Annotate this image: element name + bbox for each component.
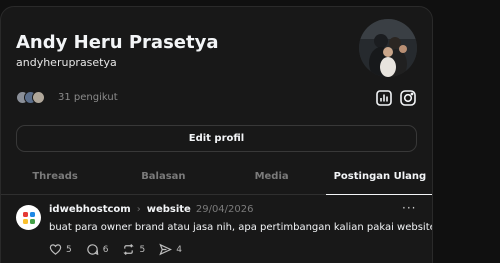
- follower-avatar: [32, 91, 45, 104]
- follower-avatars: [16, 91, 45, 104]
- post-author-avatar[interactable]: [16, 205, 41, 230]
- idwebhost-logo-icon: [22, 211, 35, 224]
- profile-photo: [359, 19, 417, 77]
- followers-count[interactable]: 31 pengikut: [58, 92, 118, 103]
- heart-icon: [49, 244, 62, 255]
- profile-avatar[interactable]: [359, 19, 417, 77]
- share-button[interactable]: 4: [159, 243, 182, 256]
- repost-count: 5: [139, 244, 146, 255]
- post-username[interactable]: idwebhostcom: [49, 204, 131, 215]
- like-count: 5: [66, 244, 72, 255]
- repost-button[interactable]: 5: [122, 243, 145, 256]
- repost-icon: [123, 243, 135, 256]
- comment-count: 6: [102, 244, 109, 255]
- tab-threads[interactable]: Threads: [1, 159, 109, 194]
- profile-panel: Andy Heru Prasetya andyheruprasetya 31 p…: [0, 6, 433, 263]
- post-header: idwebhostcom › website 29/04/2026: [49, 204, 253, 215]
- tab-postingan-ulang[interactable]: Postingan Ulang: [325, 159, 432, 195]
- chevron-right-icon: ›: [136, 204, 141, 215]
- like-button[interactable]: 5: [49, 243, 72, 256]
- post-actions: 5 6 5 4: [49, 243, 196, 256]
- tab-media[interactable]: Media: [218, 159, 326, 194]
- followers-row[interactable]: 31 pengikut: [16, 91, 118, 104]
- more-options-icon[interactable]: ···: [402, 201, 416, 215]
- post-topic[interactable]: website: [147, 204, 191, 215]
- profile-handle: andyheruprasetya: [16, 56, 117, 69]
- edit-profile-button[interactable]: Edit profil: [16, 125, 417, 152]
- comment-button[interactable]: 6: [86, 243, 109, 256]
- post-date: 29/04/2026: [195, 204, 254, 215]
- post-text: buat para owner brand atau jasa nih, apa…: [49, 222, 433, 233]
- instagram-icon[interactable]: [399, 89, 417, 107]
- send-icon: [159, 243, 173, 256]
- comment-icon: [87, 244, 99, 256]
- share-count: 4: [176, 244, 182, 255]
- bar-chart-icon[interactable]: [375, 89, 393, 107]
- profile-name: Andy Heru Prasetya: [16, 32, 219, 53]
- tab-balasan[interactable]: Balasan: [109, 159, 217, 194]
- profile-tabs: Threads Balasan Media Postingan Ulang: [1, 159, 432, 195]
